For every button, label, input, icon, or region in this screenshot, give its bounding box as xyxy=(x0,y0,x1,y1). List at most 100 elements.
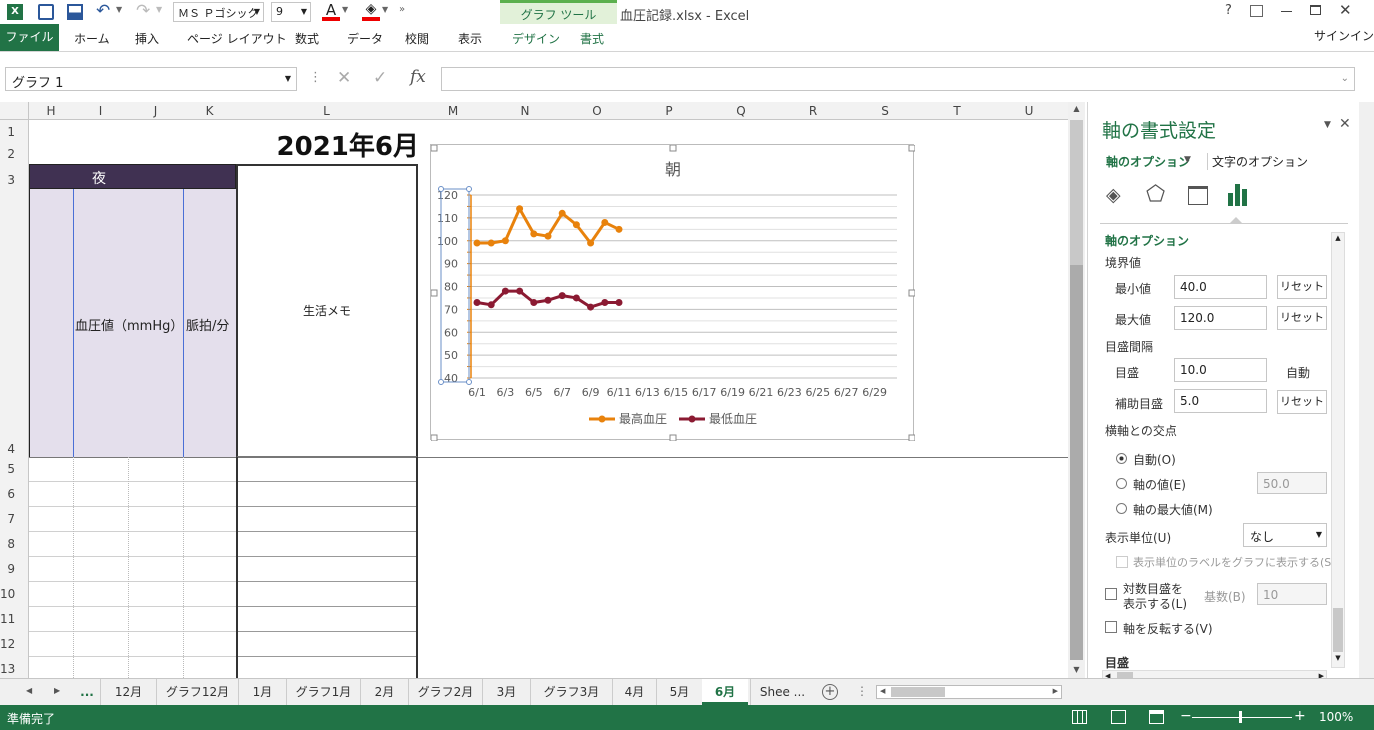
horizontal-scrollbar[interactable]: ◀ ▶ xyxy=(876,685,1062,699)
pane-vscroll[interactable]: ▲ ▼ xyxy=(1331,232,1345,668)
chevron-down-icon[interactable]: ▼ xyxy=(1184,155,1191,165)
help-icon[interactable]: ? xyxy=(1225,3,1232,18)
worksheet-grid[interactable]: 2021年6月 夜 血圧値（mmHg） 脈拍/分 生活メモ 朝 120 110 100… xyxy=(29,120,1068,678)
column-header[interactable]: J xyxy=(128,104,183,118)
font-color-icon[interactable]: A xyxy=(322,1,340,21)
max-reset-button[interactable]: リセット xyxy=(1277,306,1327,330)
row-header[interactable]: 10 xyxy=(0,587,27,601)
save-icon[interactable] xyxy=(67,4,83,20)
sheet-tab[interactable]: 3月 xyxy=(482,679,530,705)
enter-icon[interactable]: ✓ xyxy=(373,68,387,88)
axis-value-input[interactable]: 50.0 xyxy=(1257,472,1327,494)
radio-auto-label[interactable]: 自動(O) xyxy=(1133,451,1176,468)
sheet-tab[interactable]: 12月 xyxy=(100,679,156,705)
sheet-tab-more[interactable]: ... xyxy=(76,679,98,705)
tab-view[interactable]: 表示 xyxy=(458,30,482,47)
line-chart[interactable]: 朝1201101009080706050406/1 6/3 6/5 6/7 6/9 6/1… xyxy=(431,145,915,441)
fill-color-dropdown-icon[interactable]: ▼ xyxy=(382,5,388,14)
scroll-thumb[interactable] xyxy=(1070,120,1083,265)
zoom-slider-thumb[interactable] xyxy=(1239,711,1242,723)
sheet-tab[interactable]: グラフ2月 xyxy=(408,679,482,705)
tab-page-layout[interactable]: ページ レイアウト xyxy=(187,30,287,47)
radio-auto[interactable] xyxy=(1116,453,1127,464)
column-header[interactable]: H xyxy=(29,104,73,118)
row-header[interactable]: 1 xyxy=(0,125,27,139)
tab-insert[interactable]: 挿入 xyxy=(135,30,159,47)
sheet-tab[interactable]: 5月 xyxy=(656,679,702,705)
customize-toolbar-icon[interactable]: » xyxy=(399,4,405,15)
tab-data[interactable]: データ xyxy=(347,30,383,47)
reverse-axis-checkbox[interactable] xyxy=(1105,621,1117,633)
zoom-in-icon[interactable]: + xyxy=(1294,708,1306,724)
scroll-up-icon[interactable]: ▲ xyxy=(1068,104,1085,113)
reverse-axis-label[interactable]: 軸を反転する(V) xyxy=(1123,620,1213,637)
minor-input[interactable]: 5.0 xyxy=(1174,389,1267,413)
font-size-select[interactable]: 9 ▼ xyxy=(271,2,311,22)
sheet-title[interactable]: 2021年6月 xyxy=(219,126,419,163)
pane-scroll-thumb[interactable] xyxy=(1333,608,1343,652)
page-layout-view-icon[interactable] xyxy=(1111,710,1126,724)
undo-dropdown-icon[interactable]: ▼ xyxy=(116,5,122,14)
undo-icon[interactable]: ↶ xyxy=(96,1,110,21)
sheet-tab[interactable]: グラフ3月 xyxy=(530,679,612,705)
close-icon[interactable]: ✕ xyxy=(1339,1,1352,19)
tab-scroll-right-icon[interactable]: ▶ xyxy=(54,686,60,695)
chart-object[interactable]: 朝 120 110 100 90 80 70 60 50 40 6/1 6/3 6/5 6/7 6/9 6/1… xyxy=(430,144,915,441)
row-header[interactable]: 3 xyxy=(0,173,27,187)
tab-file[interactable]: ファイル xyxy=(0,24,59,51)
pane-close-icon[interactable]: ✕ xyxy=(1339,116,1351,132)
save-as-icon[interactable] xyxy=(38,4,54,20)
scroll-down-icon[interactable]: ▼ xyxy=(1332,654,1344,662)
font-color-dropdown-icon[interactable]: ▼ xyxy=(342,5,348,14)
log-scale-checkbox[interactable] xyxy=(1105,588,1117,600)
section-ticks[interactable]: 目盛 xyxy=(1105,654,1129,671)
tab-axis-options[interactable]: 軸のオプション xyxy=(1106,153,1190,170)
redo-dropdown-icon[interactable]: ▼ xyxy=(156,5,162,14)
scroll-down-icon[interactable]: ▼ xyxy=(1068,665,1085,674)
minimize-icon[interactable] xyxy=(1281,11,1292,12)
sheet-tab[interactable]: 2月 xyxy=(360,679,408,705)
vertical-scrollbar[interactable]: ▲ ▼ xyxy=(1068,102,1085,678)
display-units-select[interactable]: なし ▼ xyxy=(1243,523,1327,547)
column-header[interactable]: T xyxy=(921,104,993,118)
effects-icon[interactable]: ⬠ xyxy=(1146,182,1165,207)
sheet-tab[interactable]: Shee ... xyxy=(750,679,814,705)
row-header[interactable]: 5 xyxy=(0,462,27,476)
tab-split-icon[interactable]: ⋮ xyxy=(856,684,868,698)
column-header[interactable]: N xyxy=(489,104,561,118)
column-header[interactable]: Q xyxy=(705,104,777,118)
radio-axis-value-label[interactable]: 軸の値(E) xyxy=(1133,476,1186,493)
night-header[interactable] xyxy=(29,164,236,189)
ribbon-display-icon[interactable] xyxy=(1250,5,1263,17)
pane-options-icon[interactable]: ▼ xyxy=(1324,120,1331,130)
sheet-tab[interactable]: 4月 xyxy=(612,679,656,705)
row-header[interactable]: 8 xyxy=(0,537,27,551)
column-header[interactable]: K xyxy=(183,104,236,118)
column-header[interactable]: L xyxy=(236,104,417,118)
sheet-tab[interactable]: グラフ12月 xyxy=(156,679,238,705)
redo-icon[interactable]: ↷ xyxy=(136,1,150,21)
tab-home[interactable]: ホーム xyxy=(74,30,110,47)
sheet-tab[interactable]: グラフ1月 xyxy=(286,679,360,705)
radio-axis-value[interactable] xyxy=(1116,478,1127,489)
formula-input[interactable]: ⌄ xyxy=(441,67,1355,91)
zoom-out-icon[interactable]: − xyxy=(1180,708,1192,724)
column-header[interactable]: P xyxy=(633,104,705,118)
scroll-up-icon[interactable]: ▲ xyxy=(1332,234,1344,242)
zoom-level[interactable]: 100% xyxy=(1319,710,1353,724)
tab-chart-format[interactable]: 書式 xyxy=(580,30,604,47)
new-sheet-icon[interactable]: + xyxy=(822,684,838,700)
minor-reset-button[interactable]: リセット xyxy=(1277,390,1327,414)
row-header[interactable]: 2 xyxy=(0,147,27,161)
page-break-view-icon[interactable] xyxy=(1149,710,1164,724)
row-header[interactable]: 11 xyxy=(0,612,27,626)
radio-axis-max[interactable] xyxy=(1116,503,1127,514)
column-header[interactable]: S xyxy=(849,104,921,118)
insert-function-icon[interactable]: fx xyxy=(410,67,426,87)
min-input[interactable]: 40.0 xyxy=(1174,275,1267,299)
major-input[interactable]: 10.0 xyxy=(1174,358,1267,382)
log-scale-label-2[interactable]: 表示する(L) xyxy=(1123,595,1187,612)
font-name-select[interactable]: ＭＳ Ｐゴシック ▼ xyxy=(173,2,264,22)
show-units-label[interactable]: 表示単位のラベルをグラフに表示する(S) xyxy=(1133,554,1336,570)
cancel-icon[interactable]: ✕ xyxy=(337,68,351,88)
